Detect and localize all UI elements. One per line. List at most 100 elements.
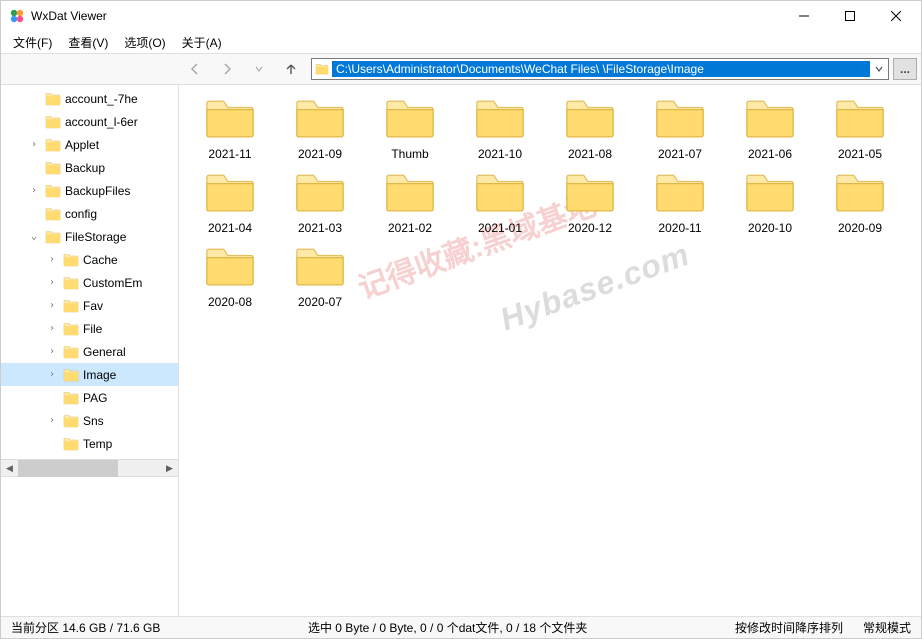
folder-icon	[834, 171, 886, 213]
chevron-right-icon[interactable]: ›	[45, 300, 59, 311]
minimize-button[interactable]	[781, 1, 827, 31]
folder-icon	[63, 414, 79, 428]
folder-item[interactable]: 2021-05	[823, 97, 897, 161]
close-button[interactable]	[873, 1, 919, 31]
folder-icon	[564, 171, 616, 213]
chevron-right-icon[interactable]: ›	[45, 369, 59, 380]
tree-item-label: Image	[83, 368, 116, 382]
tree-item[interactable]: Temp	[1, 432, 178, 455]
folder-icon	[63, 299, 79, 313]
folder-icon	[474, 171, 526, 213]
folder-icon	[63, 437, 79, 451]
tree-item[interactable]: account_l-6er	[1, 110, 178, 133]
folder-item[interactable]: 2021-01	[463, 171, 537, 235]
folder-item[interactable]: 2020-11	[643, 171, 717, 235]
menu-file[interactable]: 文件(F)	[5, 32, 60, 53]
sidebar-hscrollbar[interactable]: ◀ ▶	[1, 459, 178, 476]
tree-item[interactable]: account_-7he	[1, 87, 178, 110]
folder-item[interactable]: 2021-10	[463, 97, 537, 161]
chevron-right-icon[interactable]: ›	[27, 139, 41, 150]
folder-icon	[564, 97, 616, 139]
titlebar: WxDat Viewer	[1, 1, 921, 31]
chevron-right-icon[interactable]: ›	[45, 323, 59, 334]
nav-forward-button[interactable]	[213, 57, 241, 81]
folder-icon	[45, 184, 61, 198]
tree-item-label: CustomEm	[83, 276, 142, 290]
chevron-right-icon[interactable]: ›	[45, 346, 59, 357]
chevron-right-icon[interactable]: ›	[27, 185, 41, 196]
tree-item-label: Fav	[83, 299, 103, 313]
folder-item[interactable]: 2021-07	[643, 97, 717, 161]
folder-item[interactable]: 2021-04	[193, 171, 267, 235]
scroll-right-arrow[interactable]: ▶	[161, 460, 178, 477]
tree-item[interactable]: › CustomEm	[1, 271, 178, 294]
tree-item[interactable]: ›File	[1, 317, 178, 340]
folder-item[interactable]: 2020-08	[193, 245, 267, 309]
chevron-right-icon[interactable]: ›	[45, 254, 59, 265]
folder-item[interactable]: 2021-02	[373, 171, 447, 235]
folder-icon	[45, 115, 61, 129]
folder-name: 2021-04	[208, 221, 252, 235]
tree-item[interactable]: › Image	[1, 363, 178, 386]
menu-about[interactable]: 关于(A)	[174, 32, 230, 53]
folder-icon	[384, 171, 436, 213]
status-sort: 按修改时间降序排列	[725, 619, 853, 636]
tree-item[interactable]: Backup	[1, 156, 178, 179]
folder-item[interactable]: 2021-11	[193, 97, 267, 161]
folder-item[interactable]: 2020-10	[733, 171, 807, 235]
folder-item[interactable]: 2021-08	[553, 97, 627, 161]
tree-item-label: Temp	[83, 437, 112, 451]
tree-item[interactable]: config	[1, 202, 178, 225]
address-dropdown-icon[interactable]	[870, 59, 888, 79]
folder-name: 2021-09	[298, 147, 342, 161]
folder-icon	[204, 97, 256, 139]
folder-item[interactable]: 2021-06	[733, 97, 807, 161]
tree-item-label: PAG	[83, 391, 107, 405]
chevron-down-icon[interactable]: ⌄	[27, 231, 41, 242]
nav-up-button[interactable]	[277, 57, 305, 81]
tree-item-label: account_-7he	[65, 92, 138, 106]
folder-icon	[654, 171, 706, 213]
tree-item[interactable]: PAG	[1, 386, 178, 409]
folder-item[interactable]: 2021-09	[283, 97, 357, 161]
status-bar: 当前分区 14.6 GB / 71.6 GB 选中 0 Byte / 0 Byt…	[1, 616, 921, 638]
menu-view[interactable]: 查看(V)	[60, 32, 116, 53]
folder-icon	[63, 368, 79, 382]
tree-item[interactable]: › Applet	[1, 133, 178, 156]
folder-icon	[63, 345, 79, 359]
status-partition: 当前分区 14.6 GB / 71.6 GB	[1, 619, 170, 636]
tree-item[interactable]: ›Sns	[1, 409, 178, 432]
folder-icon	[63, 391, 79, 405]
folder-item[interactable]: Thumb	[373, 97, 447, 161]
address-bar[interactable]: C:\Users\Administrator\Documents\WeChat …	[311, 58, 889, 80]
nav-history-dropdown[interactable]	[245, 57, 273, 81]
maximize-button[interactable]	[827, 1, 873, 31]
toolbar: C:\Users\Administrator\Documents\WeChat …	[1, 53, 921, 85]
tree-item[interactable]: ›Cache	[1, 248, 178, 271]
tree-item[interactable]: ›BackupFiles	[1, 179, 178, 202]
folder-icon	[45, 138, 61, 152]
browse-button[interactable]: ...	[893, 58, 917, 80]
folder-item[interactable]: 2021-03	[283, 171, 357, 235]
folder-name: 2020-12	[568, 221, 612, 235]
tree-item[interactable]: ⌄FileStorage	[1, 225, 178, 248]
tree-item[interactable]: ›General	[1, 340, 178, 363]
folder-tree[interactable]: account_-7he account_l-6er › Applet Backup›B…	[1, 85, 178, 459]
nav-back-button[interactable]	[181, 57, 209, 81]
menu-options[interactable]: 选项(O)	[116, 32, 173, 53]
folder-item[interactable]: 2020-12	[553, 171, 627, 235]
address-path[interactable]: C:\Users\Administrator\Documents\WeChat …	[332, 61, 870, 77]
scroll-left-arrow[interactable]: ◀	[1, 460, 18, 477]
chevron-right-icon[interactable]: ›	[45, 415, 59, 426]
folder-icon	[204, 171, 256, 213]
folder-item[interactable]: 2020-07	[283, 245, 357, 309]
folder-item[interactable]: 2020-09	[823, 171, 897, 235]
chevron-right-icon[interactable]: ›	[45, 277, 59, 288]
scroll-thumb[interactable]	[18, 460, 118, 477]
folder-icon	[45, 161, 61, 175]
tree-item-label: Applet	[65, 138, 99, 152]
folder-icon	[744, 97, 796, 139]
folder-view[interactable]: 记得收藏:黑域基地 Hybase.com 2021-112021-09Thumb…	[179, 85, 921, 616]
folder-icon	[294, 97, 346, 139]
tree-item[interactable]: › Fav	[1, 294, 178, 317]
